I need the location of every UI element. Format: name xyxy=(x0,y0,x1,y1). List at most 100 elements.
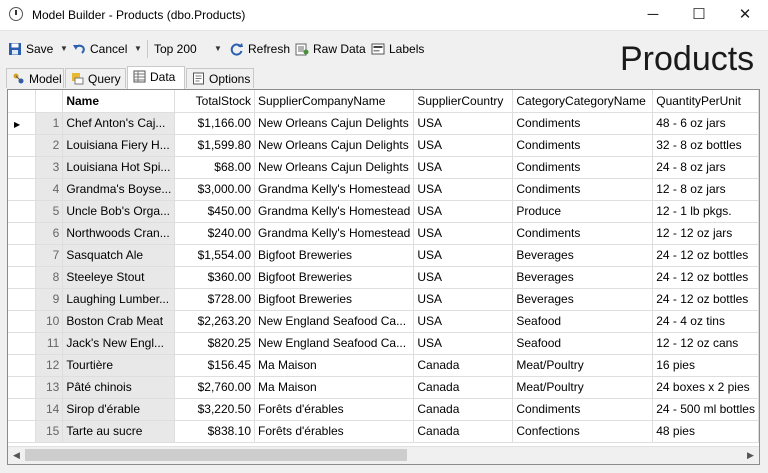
row-selector[interactable] xyxy=(8,266,36,289)
top-rows-select[interactable]: Top 200 xyxy=(154,37,197,61)
tab-data[interactable]: Data xyxy=(127,66,185,89)
tab-model[interactable]: Model xyxy=(6,68,64,88)
table-row[interactable]: 9 Laughing Lumber... $728.00 Bigfoot Brewer… xyxy=(8,288,759,311)
supplier-company-cell[interactable]: New Orleans Cajun Delights xyxy=(254,156,415,179)
row-selector[interactable] xyxy=(8,420,36,443)
row-selector[interactable]: ▶ xyxy=(8,112,36,135)
table-row[interactable]: 6 Northwoods Cran... $240.00 Grandma Kelly'… xyxy=(8,222,759,245)
supplier-country-cell[interactable]: USA xyxy=(413,156,514,179)
quantity-per-unit-cell[interactable]: 24 - 8 oz jars xyxy=(652,156,759,179)
supplier-company-cell[interactable]: Grandma Kelly's Homestead xyxy=(254,200,415,223)
supplier-country-cell[interactable]: USA xyxy=(413,310,514,333)
product-name-cell[interactable]: Sasquatch Ale xyxy=(62,244,176,267)
total-stock-cell[interactable]: $3,000.00 xyxy=(174,178,255,201)
row-selector[interactable] xyxy=(8,310,36,333)
quantity-per-unit-cell[interactable]: 24 - 12 oz bottles xyxy=(652,288,759,311)
supplier-company-cell[interactable]: New England Seafood Ca... xyxy=(254,310,415,333)
table-row[interactable]: 8 Steeleye Stout $360.00 Bigfoot Breweries U… xyxy=(8,266,759,289)
product-name-cell[interactable]: Sirop d'érable xyxy=(62,398,176,421)
product-name-cell[interactable]: Northwoods Cran... xyxy=(62,222,176,245)
category-name-cell[interactable]: Beverages xyxy=(512,244,654,267)
supplier-company-cell[interactable]: New Orleans Cajun Delights xyxy=(254,112,415,135)
table-row[interactable]: 15 Tarte au sucre $838.10 Forêts d'érables C… xyxy=(8,420,759,443)
product-name-cell[interactable]: Chef Anton's Caj... xyxy=(62,112,176,135)
row-selector[interactable] xyxy=(8,376,36,399)
total-stock-cell[interactable]: $3,220.50 xyxy=(174,398,255,421)
column-header-name[interactable]: Name xyxy=(62,90,176,113)
scroll-left-icon[interactable]: ◀ xyxy=(8,447,25,464)
table-row[interactable]: 3 Louisiana Hot Spi... $68.00 New Orleans C… xyxy=(8,156,759,179)
category-name-cell[interactable]: Meat/Poultry xyxy=(512,376,654,399)
table-row[interactable]: 11 Jack's New Engl... $820.25 New England S… xyxy=(8,332,759,355)
supplier-country-cell[interactable]: USA xyxy=(413,200,514,223)
supplier-company-cell[interactable]: Bigfoot Breweries xyxy=(254,288,415,311)
supplier-company-cell[interactable]: New England Seafood Ca... xyxy=(254,332,415,355)
product-name-cell[interactable]: Jack's New Engl... xyxy=(62,332,176,355)
total-stock-cell[interactable]: $1,166.00 xyxy=(174,112,255,135)
quantity-per-unit-cell[interactable]: 48 pies xyxy=(652,420,759,443)
supplier-company-cell[interactable]: New Orleans Cajun Delights xyxy=(254,134,415,157)
quantity-per-unit-cell[interactable]: 16 pies xyxy=(652,354,759,377)
total-stock-cell[interactable]: $728.00 xyxy=(174,288,255,311)
table-row[interactable]: 12 Tourtière $156.45 Ma Maison Canada Meat/Po… xyxy=(8,354,759,377)
total-stock-cell[interactable]: $1,599.80 xyxy=(174,134,255,157)
supplier-company-cell[interactable]: Ma Maison xyxy=(254,354,415,377)
total-stock-cell[interactable]: $820.25 xyxy=(174,332,255,355)
category-name-cell[interactable]: Condiments xyxy=(512,156,654,179)
supplier-country-cell[interactable]: USA xyxy=(413,112,514,135)
table-row[interactable]: 4 Grandma's Boyse... $3,000.00 Grandma Kell… xyxy=(8,178,759,201)
quantity-per-unit-cell[interactable]: 24 - 12 oz bottles xyxy=(652,266,759,289)
supplier-company-cell[interactable]: Ma Maison xyxy=(254,376,415,399)
category-name-cell[interactable]: Beverages xyxy=(512,288,654,311)
total-stock-cell[interactable]: $450.00 xyxy=(174,200,255,223)
supplier-country-cell[interactable]: USA xyxy=(413,244,514,267)
column-header-suppliercompanyname[interactable]: SupplierCompanyName xyxy=(254,90,415,113)
table-row[interactable]: 10 Boston Crab Meat $2,263.20 New England S… xyxy=(8,310,759,333)
row-selector[interactable] xyxy=(8,288,36,311)
supplier-country-cell[interactable]: Canada xyxy=(413,420,514,443)
product-name-cell[interactable]: Tourtière xyxy=(62,354,176,377)
row-selector[interactable] xyxy=(8,134,36,157)
refresh-button[interactable]: Refresh xyxy=(230,37,290,61)
quantity-per-unit-cell[interactable]: 12 - 1 lb pkgs. xyxy=(652,200,759,223)
total-stock-cell[interactable]: $2,760.00 xyxy=(174,376,255,399)
horizontal-scrollbar[interactable]: ◀ ▶ xyxy=(8,446,759,464)
product-name-cell[interactable]: Grandma's Boyse... xyxy=(62,178,176,201)
supplier-country-cell[interactable]: USA xyxy=(413,288,514,311)
minimize-button[interactable]: ─ xyxy=(630,0,676,30)
product-name-cell[interactable]: Tarte au sucre xyxy=(62,420,176,443)
category-name-cell[interactable]: Meat/Poultry xyxy=(512,354,654,377)
row-selector[interactable] xyxy=(8,178,36,201)
table-row[interactable]: 14 Sirop d'érable $3,220.50 Forêts d'érable… xyxy=(8,398,759,421)
tab-options[interactable]: Options xyxy=(186,68,254,88)
supplier-company-cell[interactable]: Forêts d'érables xyxy=(254,420,415,443)
cancel-button[interactable]: Cancel xyxy=(72,37,127,61)
row-selector[interactable] xyxy=(8,200,36,223)
quantity-per-unit-cell[interactable]: 12 - 12 oz jars xyxy=(652,222,759,245)
supplier-country-cell[interactable]: USA xyxy=(413,266,514,289)
category-name-cell[interactable]: Seafood xyxy=(512,332,654,355)
table-row[interactable]: ▶ 1 Chef Anton's Caj... $1,166.00 New Orlean… xyxy=(8,112,759,135)
quantity-per-unit-cell[interactable]: 24 boxes x 2 pies xyxy=(652,376,759,399)
supplier-company-cell[interactable]: Grandma Kelly's Homestead xyxy=(254,222,415,245)
table-row[interactable]: 7 Sasquatch Ale $1,554.00 Bigfoot Breweries… xyxy=(8,244,759,267)
row-selector[interactable] xyxy=(8,222,36,245)
save-dropdown-arrow[interactable]: ▼ xyxy=(60,37,68,61)
quantity-per-unit-cell[interactable]: 48 - 6 oz jars xyxy=(652,112,759,135)
raw-data-button[interactable]: Raw Data xyxy=(295,37,366,61)
column-header-quantityperunit[interactable]: QuantityPerUnit xyxy=(652,90,759,113)
product-name-cell[interactable]: Boston Crab Meat xyxy=(62,310,176,333)
quantity-per-unit-cell[interactable]: 12 - 12 oz cans xyxy=(652,332,759,355)
supplier-country-cell[interactable]: Canada xyxy=(413,354,514,377)
save-button[interactable]: Save xyxy=(8,37,53,61)
product-name-cell[interactable]: Louisiana Fiery H... xyxy=(62,134,176,157)
category-name-cell[interactable]: Confections xyxy=(512,420,654,443)
maximize-button[interactable]: ☐ xyxy=(676,0,722,30)
column-header-suppliercountry[interactable]: SupplierCountry xyxy=(413,90,514,113)
total-stock-cell[interactable]: $156.45 xyxy=(174,354,255,377)
category-name-cell[interactable]: Produce xyxy=(512,200,654,223)
table-row[interactable]: 2 Louisiana Fiery H... $1,599.80 New Orlean… xyxy=(8,134,759,157)
total-stock-cell[interactable]: $240.00 xyxy=(174,222,255,245)
category-name-cell[interactable]: Condiments xyxy=(512,134,654,157)
product-name-cell[interactable]: Laughing Lumber... xyxy=(62,288,176,311)
